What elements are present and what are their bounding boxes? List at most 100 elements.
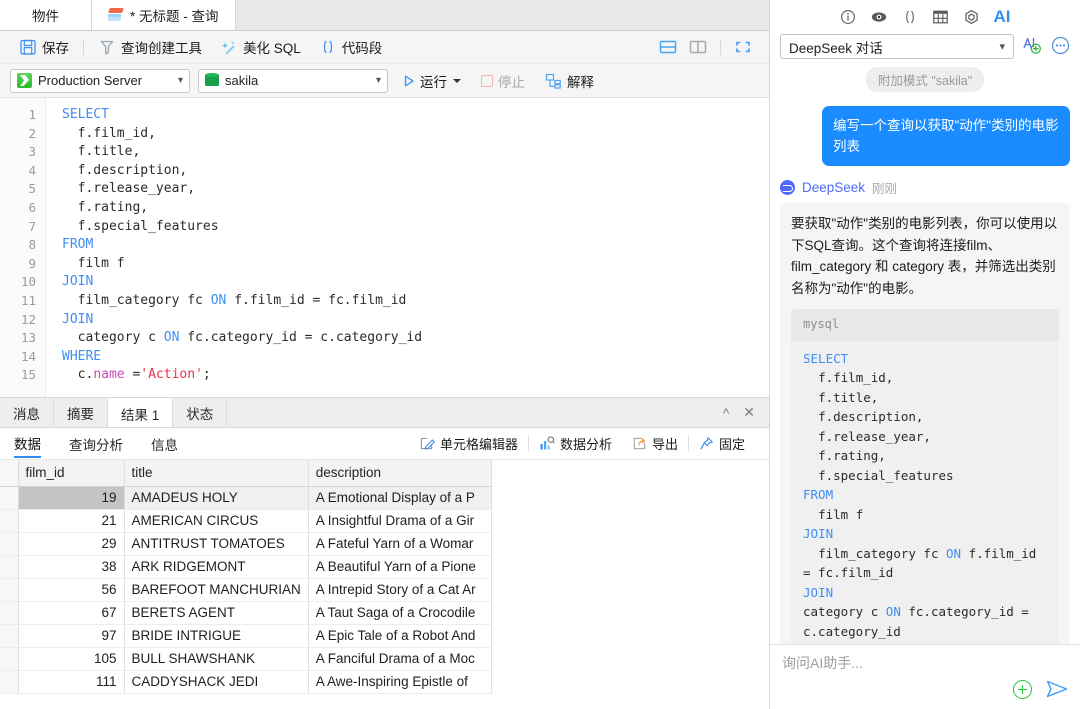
row-handle[interactable] [0, 647, 19, 671]
cell-title[interactable]: ANTITRUST TOMATOES [124, 532, 309, 556]
explain-button[interactable]: 解释 [539, 69, 600, 93]
cell-title[interactable]: AMERICAN CIRCUS [124, 509, 309, 533]
cell-film-id[interactable]: 56 [18, 578, 125, 602]
cell-title[interactable]: AMADEUS HOLY [124, 486, 309, 510]
table-row[interactable]: 29 ANTITRUST TOMATOES A Fateful Yarn of a … [0, 532, 492, 556]
row-handle[interactable] [0, 624, 19, 648]
cell-title[interactable]: BULL SHAWSHANK [124, 647, 309, 671]
cell-film-id[interactable]: 29 [18, 532, 125, 556]
more-options-icon[interactable] [1051, 36, 1070, 58]
code-line: film f [62, 255, 125, 271]
row-handle[interactable] [0, 532, 19, 556]
row-handle[interactable] [0, 601, 19, 625]
run-button[interactable]: 运行 [396, 69, 467, 93]
parentheses-icon[interactable] [902, 9, 918, 25]
stop-icon [481, 74, 493, 87]
send-paper-plane-icon[interactable] [1046, 679, 1068, 699]
table-row[interactable]: 67 BERETS AGENT A Taut Saga of a Crocodile [0, 601, 492, 625]
cell-film-id[interactable]: 21 [18, 509, 125, 533]
cell-film-id[interactable]: 38 [18, 555, 125, 579]
cell-description[interactable]: A Emotional Display of a P [308, 486, 492, 510]
table-row[interactable]: 21 AMERICAN CIRCUS A Insightful Drama of a… [0, 509, 492, 533]
column-header-title[interactable]: title [124, 460, 309, 487]
pin-button[interactable]: 固定 [689, 434, 755, 453]
ai-input-area[interactable]: 询问AI助手... [770, 644, 1080, 709]
info-circle-icon[interactable] [840, 9, 856, 25]
chat-message-list[interactable]: 编写一个查询以获取"动作"类别的电影列表 DeepSeek 刚刚 要获取"动作"… [770, 96, 1080, 644]
table-row[interactable]: 56 BAREFOOT MANCHURIAN A Intrepid Story of… [0, 578, 492, 602]
row-handle[interactable] [0, 486, 19, 510]
cell-editor-button[interactable]: 单元格编辑器 [410, 434, 528, 453]
column-header-film-id[interactable]: film_id [18, 460, 125, 487]
cell-film-id[interactable]: 19 [18, 486, 125, 510]
table-row[interactable]: 105 BULL SHAWSHANK A Fanciful Drama of a M… [0, 647, 492, 671]
row-handle[interactable] [0, 670, 19, 694]
row-handle[interactable] [0, 578, 19, 602]
new-chat-icon[interactable] [1022, 35, 1043, 58]
beautify-sql-label: 美化 SQL [243, 41, 301, 56]
application-window: 物件 * 无标题 - 查询 保存 查询创建工具 美化 SQL 代码段 Produ… [0, 0, 1080, 709]
connection-select[interactable]: Production Server ▾ [10, 68, 190, 93]
result-tab-1[interactable]: 摘要 [54, 398, 108, 427]
cell-film-id[interactable]: 105 [18, 647, 125, 671]
cell-description[interactable]: A Fanciful Drama of a Moc [308, 647, 492, 671]
cell-title[interactable]: ARK RIDGEMONT [124, 555, 309, 579]
result-subtab-1[interactable]: 查询分析 [69, 430, 123, 457]
column-header-description[interactable]: description [308, 460, 492, 487]
eye-icon[interactable] [870, 9, 888, 25]
snippet-button[interactable]: 代码段 [310, 34, 392, 60]
data-analysis-button[interactable]: 数据分析 [529, 434, 622, 453]
cell-film-id[interactable]: 67 [18, 601, 125, 625]
tab-objects[interactable]: 物件 [0, 0, 92, 30]
result-tab-0[interactable]: 消息 [0, 398, 54, 427]
split-vertical-icon[interactable] [688, 38, 708, 56]
table-grid-icon[interactable] [932, 9, 949, 25]
cell-description[interactable]: A Insightful Drama of a Gir [308, 509, 492, 533]
query-builder-button[interactable]: 查询创建工具 [89, 34, 211, 60]
result-subtab-0[interactable]: 数据 [14, 429, 41, 458]
save-button[interactable]: 保存 [10, 34, 78, 60]
user-message-bubble: 编写一个查询以获取"动作"类别的电影列表 [822, 106, 1070, 166]
cell-title[interactable]: BERETS AGENT [124, 601, 309, 625]
cell-title[interactable]: BRIDE INTRIGUE [124, 624, 309, 648]
row-handle[interactable] [0, 509, 19, 533]
cell-description[interactable]: A Fateful Yarn of a Womar [308, 532, 492, 556]
table-row[interactable]: 38 ARK RIDGEMONT A Beautiful Yarn of a Pio… [0, 555, 492, 579]
chevron-up-icon[interactable]: ^ [723, 405, 730, 421]
code-line: FROM [803, 487, 834, 502]
row-handle[interactable] [0, 555, 19, 579]
split-horizontal-icon[interactable] [658, 38, 678, 56]
plus-circle-icon[interactable] [1013, 679, 1032, 699]
cell-film-id[interactable]: 111 [18, 670, 125, 694]
assistant-code-block[interactable]: mysql SELECT f.film_id, f.title, f.descr… [791, 309, 1059, 644]
result-tab-2[interactable]: 结果 1 [108, 398, 174, 427]
ai-model-select[interactable]: DeepSeek 对话 ▾ [780, 34, 1014, 59]
sql-editor[interactable]: 1 2 3 4 5 6 7 8 9 10 11 12 13 14 15 SELECT f.film_id, … [0, 98, 769, 398]
tab-query[interactable]: * 无标题 - 查询 [92, 0, 236, 30]
cell-description[interactable]: A Beautiful Yarn of a Pione [308, 555, 492, 579]
cell-description[interactable]: A Intrepid Story of a Cat Ar [308, 578, 492, 602]
code-line: FROM [62, 237, 94, 253]
beautify-sql-button[interactable]: 美化 SQL [211, 34, 310, 60]
cell-title[interactable]: CADDYSHACK JEDI [124, 670, 309, 694]
cell-description[interactable]: A Awe-Inspiring Epistle of [308, 670, 492, 694]
result-subtab-2[interactable]: 信息 [151, 430, 178, 457]
close-icon[interactable]: ✕ [743, 404, 755, 421]
result-tab-3[interactable]: 状态 [173, 398, 228, 427]
hexagon-target-icon[interactable] [963, 9, 980, 25]
results-data-grid[interactable]: film_id title description 19 AMADEUS HOLY… [0, 460, 769, 709]
ai-input-placeholder[interactable]: 询问AI助手... [782, 653, 1068, 673]
sql-code-content[interactable]: SELECT f.film_id, f.title, f.description… [46, 98, 769, 397]
code-language-label: mysql [791, 309, 1059, 341]
cell-title[interactable]: BAREFOOT MANCHURIAN [124, 578, 309, 602]
fullscreen-icon[interactable] [733, 38, 753, 56]
table-row[interactable]: 97 BRIDE INTRIGUE A Epic Tale of a Robot A… [0, 624, 492, 648]
table-row[interactable]: 19 AMADEUS HOLY A Emotional Display of a P [0, 486, 492, 510]
table-row[interactable]: 111 CADDYSHACK JEDI A Awe-Inspiring Epistl… [0, 670, 492, 694]
export-button[interactable]: 导出 [622, 434, 688, 453]
cell-description[interactable]: A Epic Tale of a Robot And [308, 624, 492, 648]
cell-description[interactable]: A Taut Saga of a Crocodile [308, 601, 492, 625]
run-dropdown-caret-icon[interactable] [453, 78, 461, 83]
cell-film-id[interactable]: 97 [18, 624, 125, 648]
database-select[interactable]: sakila ▾ [198, 68, 388, 93]
